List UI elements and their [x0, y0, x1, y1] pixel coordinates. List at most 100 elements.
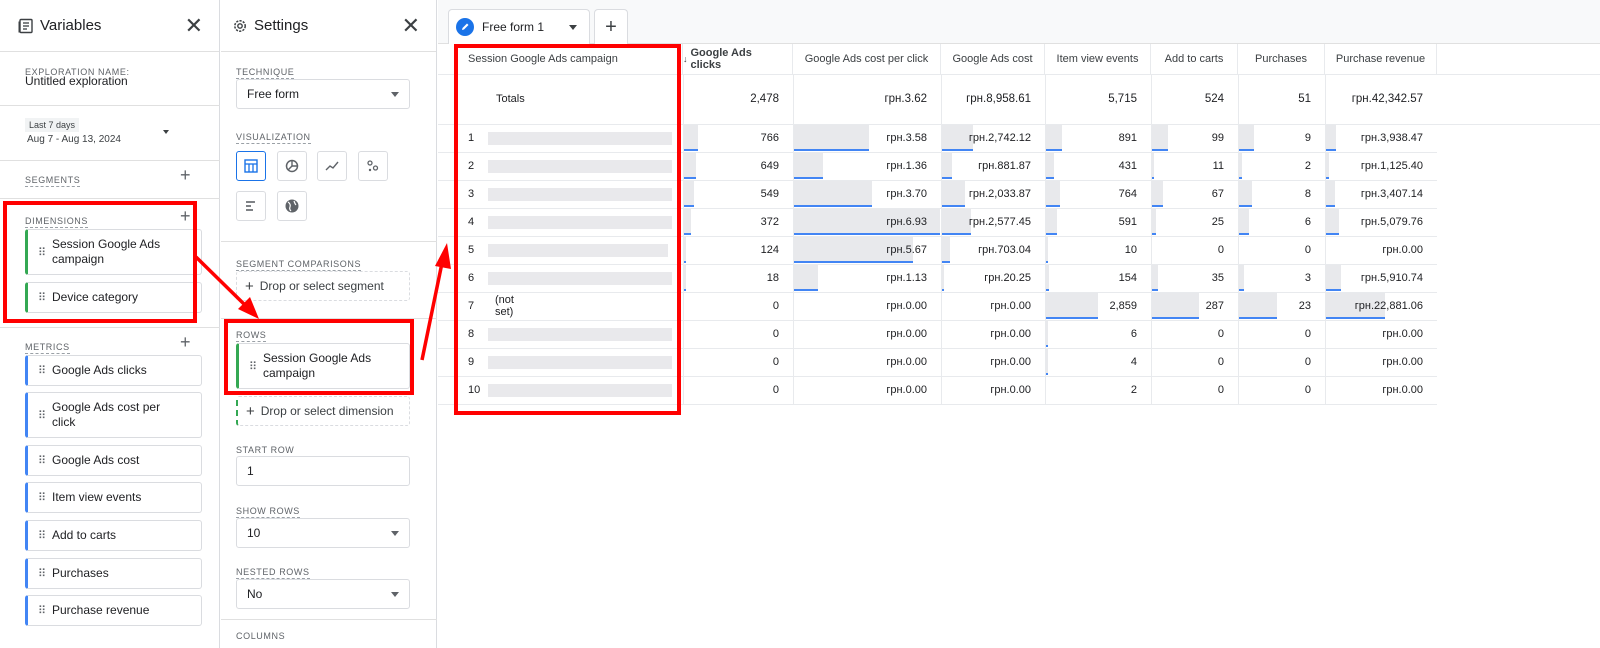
row-value: грн.881.87 — [978, 160, 1031, 172]
row-value: 0 — [1304, 384, 1311, 396]
totals-value: грн.3.62 — [884, 93, 927, 105]
column-divider — [793, 74, 794, 404]
row-value: грн.1.13 — [886, 272, 927, 284]
globe-icon[interactable] — [277, 191, 307, 221]
nested-rows-select[interactable]: No — [236, 579, 410, 609]
row-value: грн.0.00 — [990, 328, 1031, 340]
segments-label: SEGMENTS — [25, 175, 81, 187]
metric-header[interactable]: Add to carts — [1151, 44, 1238, 74]
line-chart-icon[interactable] — [317, 151, 347, 181]
close-icon[interactable]: ✕ — [402, 14, 420, 37]
settings-title: Settings — [254, 17, 309, 34]
start-row-input[interactable]: 1 — [236, 456, 410, 486]
row-value: грн.0.00 — [990, 300, 1031, 312]
row-value: 591 — [1118, 216, 1137, 228]
metric-chip[interactable]: ⠿ Google Ads cost — [25, 445, 202, 476]
row-value: 0 — [1304, 244, 1311, 256]
metric-chip[interactable]: ⠿ Purchases — [25, 558, 202, 589]
add-metric-icon[interactable]: + — [180, 333, 191, 351]
row-value: грн.20.25 — [984, 272, 1031, 284]
date-preset: Last 7 days — [25, 118, 80, 132]
show-rows-select[interactable]: 10 — [236, 518, 410, 548]
row-value: 0 — [1217, 384, 1224, 396]
bar-chart-icon[interactable] — [236, 191, 266, 221]
row-value: грн.3.58 — [886, 132, 927, 144]
row-value: грн.0.00 — [1382, 356, 1423, 368]
dimension-dropzone[interactable]: + Drop or select dimension — [236, 396, 410, 426]
close-icon[interactable]: ✕ — [185, 14, 203, 37]
exploration-name[interactable]: Untitled exploration — [25, 74, 128, 88]
metric-chip[interactable]: ⠿ Google Ads clicks — [25, 355, 202, 386]
row-value: 154 — [1118, 272, 1137, 284]
row-value: 287 — [1205, 300, 1224, 312]
metric-header[interactable]: ↓ Google Ads clicks — [683, 44, 793, 74]
columns-label: COLUMNS — [236, 631, 286, 641]
column-divider — [1325, 74, 1326, 404]
plus-icon: + — [605, 15, 617, 38]
add-tab-button[interactable]: + — [594, 9, 628, 44]
tab-free-form[interactable]: Free form 1 — [448, 9, 590, 44]
metric-header[interactable]: Purchase revenue — [1325, 44, 1437, 74]
date-range-picker[interactable]: Last 7 days Aug 7 - Aug 13, 2024 — [25, 118, 175, 148]
chevron-down-icon — [391, 91, 399, 97]
metric-header-label: Google Ads cost — [952, 53, 1033, 65]
totals-value: грн.8,958.61 — [966, 93, 1031, 105]
row-value: 0 — [1217, 356, 1224, 368]
technique-select[interactable]: Free form — [236, 79, 410, 109]
row-value: 67 — [1211, 188, 1224, 200]
scatter-plot-icon[interactable] — [358, 151, 388, 181]
row-value: грн.3,407.14 — [1360, 188, 1423, 200]
row-value: грн.5,079.76 — [1360, 216, 1423, 228]
row-value: грн.5,910.74 — [1360, 272, 1423, 284]
add-segment-icon[interactable]: + — [180, 166, 191, 184]
row-value: грн.0.00 — [1382, 384, 1423, 396]
row-value: грн.0.00 — [1382, 244, 1423, 256]
metric-header[interactable]: Google Ads cost per click — [793, 44, 941, 74]
row-value: грн.0.00 — [886, 384, 927, 396]
column-divider — [1045, 74, 1046, 404]
metric-header[interactable]: Item view events — [1045, 44, 1151, 74]
variables-header: Variables ✕ — [0, 0, 219, 52]
drag-handle-icon: ⠿ — [38, 455, 46, 467]
row-value: 0 — [1304, 356, 1311, 368]
row-value: 6 — [1130, 328, 1137, 340]
metric-chip[interactable]: ⠿ Purchase revenue — [25, 595, 202, 626]
row-value: грн.3.70 — [886, 188, 927, 200]
donut-chart-icon[interactable] — [277, 151, 307, 181]
row-value: 891 — [1118, 132, 1137, 144]
row-value: грн.22,881.06 — [1354, 300, 1423, 312]
row-value: грн.0.00 — [990, 384, 1031, 396]
technique-label: TECHNIQUE — [236, 67, 295, 79]
row-value: 2 — [1304, 160, 1311, 172]
row-value: 764 — [1118, 188, 1137, 200]
row-value: 6 — [1304, 216, 1311, 228]
segment-dropzone[interactable]: + Drop or select segment — [236, 271, 410, 301]
totals-value: 524 — [1204, 93, 1224, 105]
metric-header[interactable]: Purchases — [1238, 44, 1325, 74]
row-value: 372 — [760, 216, 779, 228]
row-value: 18 — [766, 272, 779, 284]
row-value: 549 — [760, 188, 779, 200]
row-value: грн.1.36 — [886, 160, 927, 172]
row-value: 8 — [1304, 188, 1311, 200]
metric-header[interactable]: Google Ads cost — [941, 44, 1045, 74]
row-value: 0 — [772, 300, 779, 312]
metric-chip[interactable]: ⠿ Item view events — [25, 482, 202, 513]
chevron-down-icon[interactable] — [569, 24, 577, 30]
row-value: 0 — [772, 356, 779, 368]
drag-handle-icon: ⠿ — [38, 492, 46, 504]
table-icon[interactable] — [236, 151, 266, 181]
row-value: грн.2,577.45 — [968, 216, 1031, 228]
gear-icon — [234, 19, 246, 32]
drag-handle-icon: ⠿ — [38, 409, 46, 422]
column-divider — [1151, 74, 1152, 404]
metric-chip[interactable]: ⠿ Add to carts — [25, 520, 202, 551]
column-divider — [1238, 74, 1239, 404]
totals-value: 2,478 — [750, 93, 779, 105]
row-value: грн.703.04 — [978, 244, 1031, 256]
metric-chip[interactable]: ⠿ Google Ads cost per click — [25, 392, 202, 438]
metric-header-label: Purchases — [1255, 53, 1307, 65]
drag-handle-icon: ⠿ — [38, 530, 46, 542]
row-value: 10 — [1124, 244, 1137, 256]
drag-handle-icon: ⠿ — [38, 365, 46, 377]
